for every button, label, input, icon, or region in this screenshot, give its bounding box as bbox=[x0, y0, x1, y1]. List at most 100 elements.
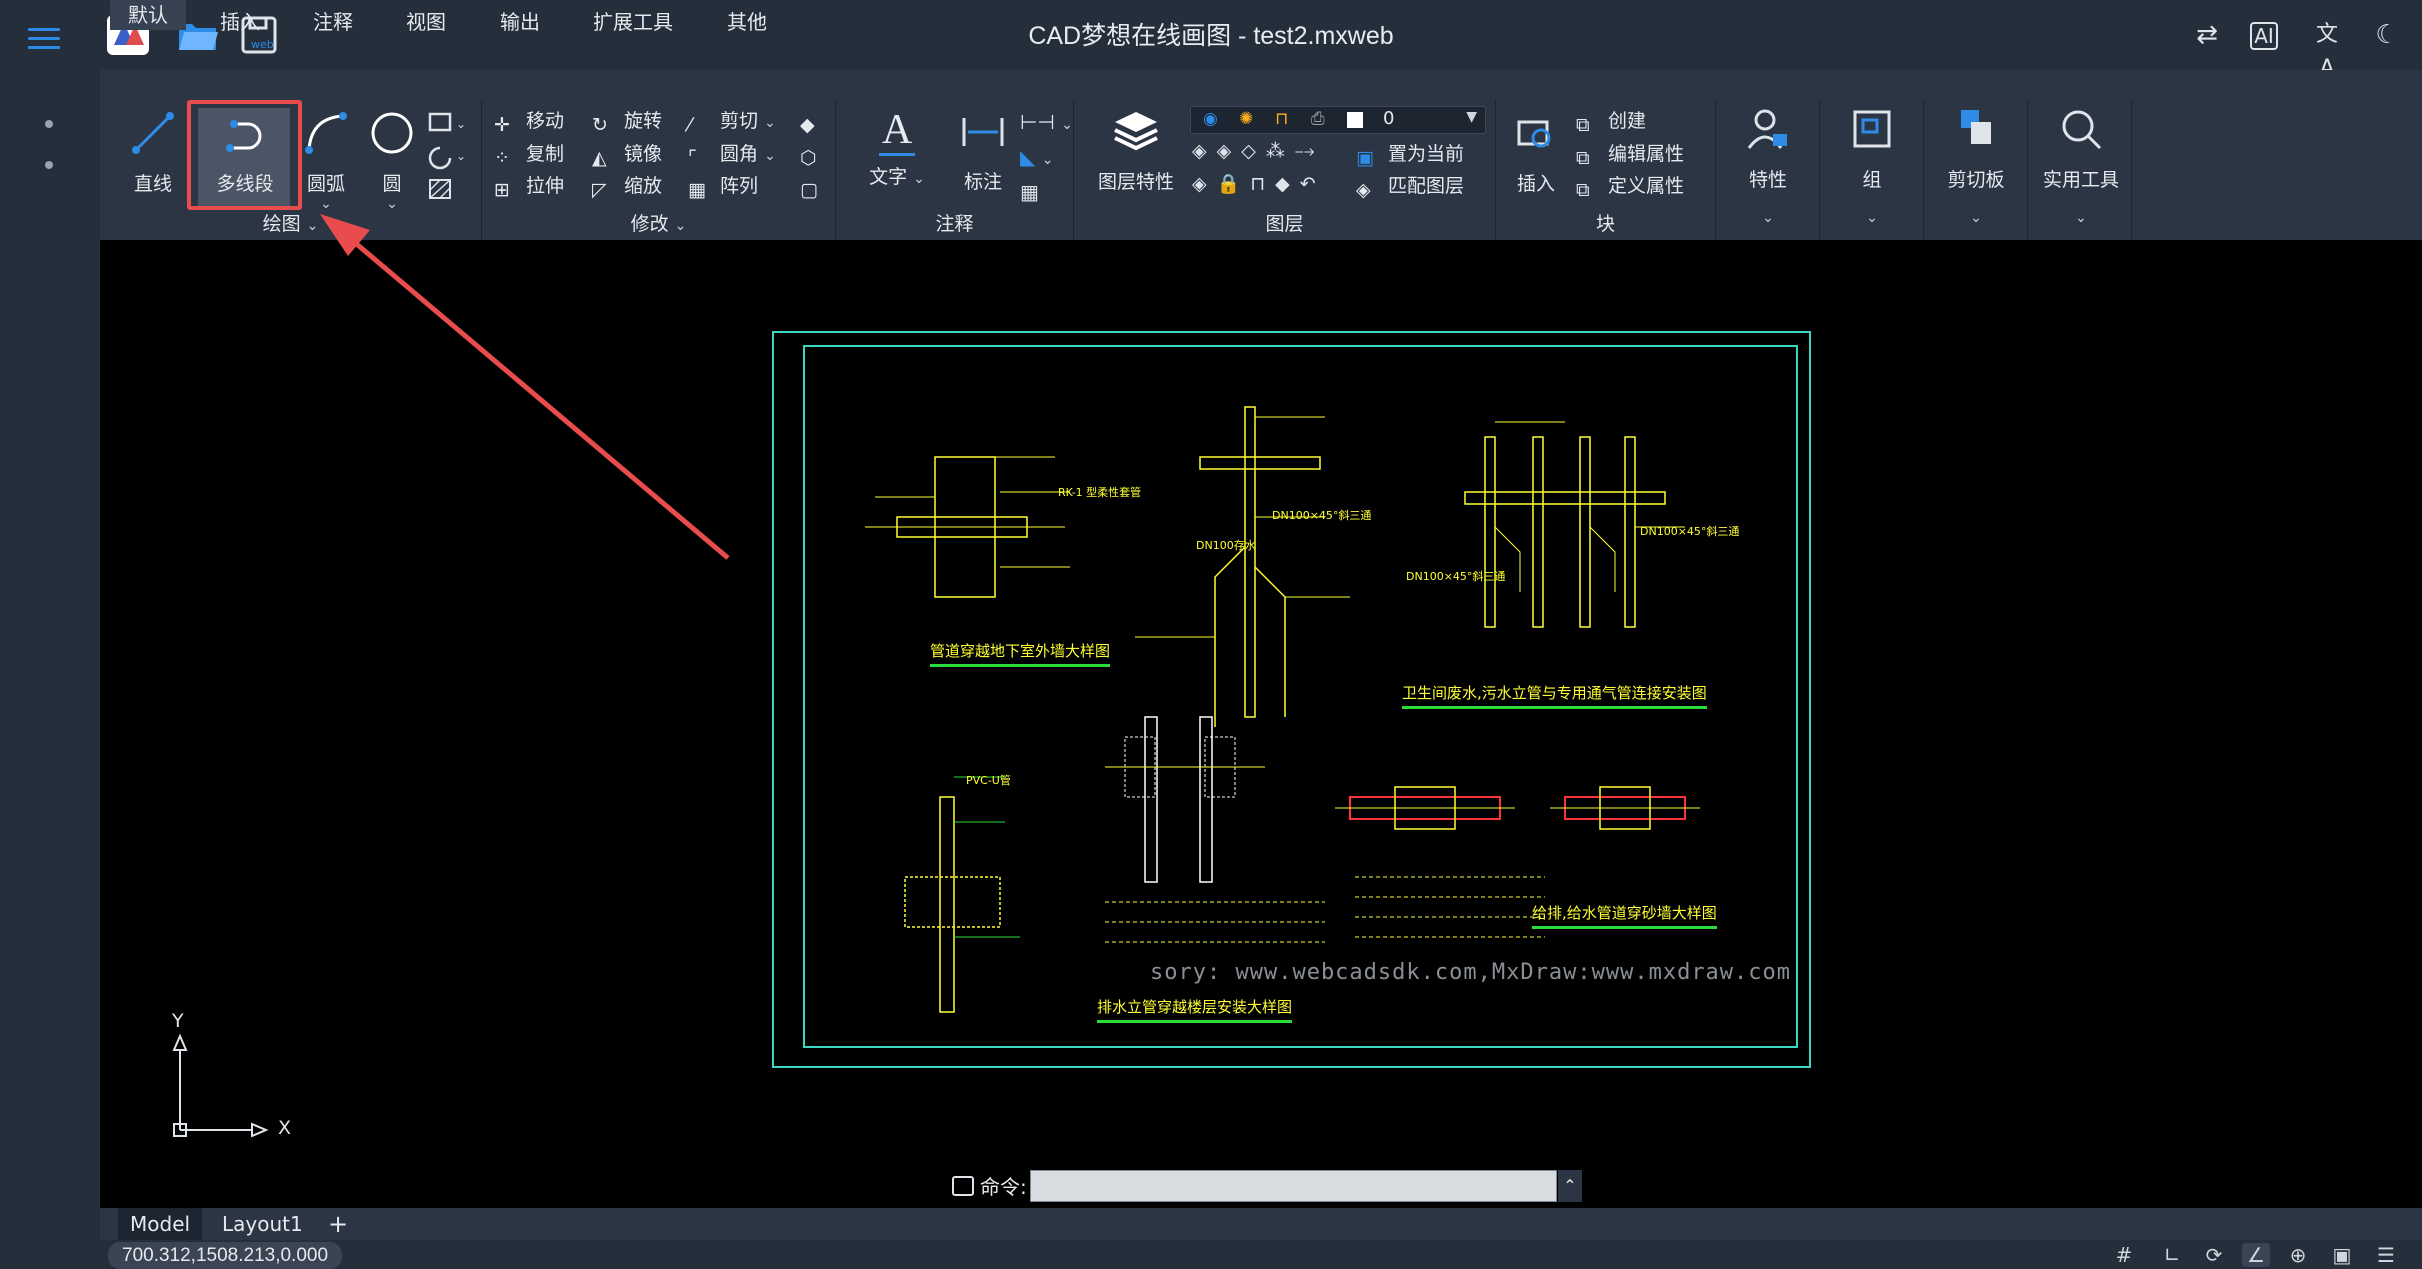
dimension-icon bbox=[962, 118, 1004, 146]
object-snap-icon[interactable]: ⊕ bbox=[2284, 1243, 2312, 1267]
swap-icon[interactable]: ⇄ bbox=[2190, 18, 2224, 52]
group-button[interactable]: 组 ⌄ bbox=[1830, 104, 1914, 226]
tab-other[interactable]: 其他 bbox=[727, 6, 767, 35]
dimension-label: 标注 bbox=[963, 171, 1002, 193]
detail-title-2: 卫生间废水,污水立管与专用通气管连接安装图 bbox=[1402, 682, 1707, 709]
match-layer-button[interactable]: ◈ 匹配图层 bbox=[1356, 171, 1464, 201]
ai-icon[interactable]: AI bbox=[2250, 22, 2278, 50]
svg-text:⌄: ⌄ bbox=[456, 117, 466, 131]
osnap-icon[interactable]: ∠ bbox=[2242, 1243, 2270, 1267]
arc-button[interactable]: 圆弧 ⌄ bbox=[300, 108, 352, 212]
offset-button[interactable]: ▢ bbox=[800, 171, 832, 201]
status-bar bbox=[0, 1240, 2422, 1269]
settings-icon[interactable]: ☰ bbox=[2372, 1243, 2400, 1267]
match-layer-icon: ◈ bbox=[1356, 178, 1371, 201]
tab-default[interactable]: 默认 bbox=[110, 0, 186, 30]
array-icon: ▦ bbox=[688, 178, 706, 201]
copy-icon: ⁘ bbox=[494, 146, 510, 169]
edit-attribute-button[interactable]: ⧉ 编辑属性 bbox=[1576, 139, 1684, 169]
edit-attribute-icon: ⧉ bbox=[1576, 146, 1590, 169]
scale-button[interactable]: ◸ 缩放 bbox=[592, 171, 662, 201]
clipboard-button[interactable]: 剪切板 ⌄ bbox=[1930, 104, 2022, 226]
properties-chevron-icon[interactable]: ⌄ bbox=[1726, 210, 1810, 226]
copy-button[interactable]: ⁘ 复制 bbox=[494, 139, 564, 169]
drawing-label: DN100×45°斜三通 bbox=[1272, 509, 1372, 522]
text-button[interactable]: A 文字 ⌄ bbox=[862, 106, 932, 189]
text-label: 文字 bbox=[869, 166, 908, 188]
detail-title-1: 管道穿越地下室外墙大样图 bbox=[930, 640, 1111, 667]
explode-button[interactable]: ⬡ bbox=[800, 139, 832, 169]
insert-block-label: 插入 bbox=[1516, 173, 1555, 195]
polar-icon[interactable]: ⟳ bbox=[2200, 1243, 2228, 1267]
properties-button[interactable]: 特性 ⌄ bbox=[1726, 104, 1810, 226]
tab-model[interactable]: Model bbox=[118, 1208, 203, 1240]
color-swatch bbox=[1347, 112, 1363, 128]
table-icon[interactable]: ▦ bbox=[1020, 176, 1073, 208]
command-expand-icon[interactable]: ⌃ bbox=[1558, 1170, 1582, 1202]
print-icon: ⎙ bbox=[1311, 109, 1325, 129]
polyline-icon bbox=[226, 120, 262, 152]
tab-annotation[interactable]: 注释 bbox=[313, 6, 353, 35]
tab-layout1[interactable]: Layout1 bbox=[210, 1208, 315, 1240]
layer-tool-row-1[interactable]: ◈◈◇⁂⤍ bbox=[1192, 140, 1325, 162]
layer-properties-button[interactable]: 图层特性 bbox=[1090, 106, 1182, 194]
set-current-button[interactable]: ▣ 置为当前 bbox=[1356, 139, 1464, 169]
properties-icon bbox=[1747, 109, 1787, 149]
x-axis-label: X bbox=[278, 1117, 292, 1139]
moon-icon[interactable]: ☾ bbox=[2370, 18, 2404, 52]
linear-dim-icon[interactable]: ⊢⊣ ⌄ bbox=[1020, 106, 1073, 141]
insert-block-button[interactable]: 插入 bbox=[1508, 108, 1564, 196]
ortho-icon[interactable]: ∟ bbox=[2158, 1243, 2186, 1267]
array-button[interactable]: ▦ 阵列 bbox=[688, 171, 758, 201]
cube-icon: ⬡ bbox=[800, 146, 817, 169]
tab-extensions[interactable]: 扩展工具 bbox=[593, 6, 673, 35]
stretch-button[interactable]: ⊞ 拉伸 bbox=[494, 171, 564, 201]
utilities-button[interactable]: 实用工具 ⌄ bbox=[2034, 104, 2128, 226]
line-label: 直线 bbox=[133, 173, 172, 195]
draw-small-tools[interactable]: ⌄ ⌄ bbox=[426, 110, 472, 210]
add-layout-button[interactable]: + bbox=[316, 1208, 360, 1240]
sidebar-dot[interactable] bbox=[45, 161, 53, 169]
y-axis-label: Y bbox=[172, 1010, 184, 1032]
workspace-icon[interactable]: ▣ bbox=[2328, 1243, 2356, 1267]
tab-insert[interactable]: 插入 bbox=[220, 6, 260, 35]
trim-button[interactable]: ⁄ 剪切 ⌄ bbox=[688, 106, 776, 136]
tab-view[interactable]: 视图 bbox=[406, 6, 446, 35]
grid-icon[interactable]: # bbox=[2110, 1243, 2138, 1267]
clipboard-chevron-icon[interactable]: ⌄ bbox=[1930, 210, 2022, 226]
window-title: CAD梦想在线画图 - test2.mxweb bbox=[1028, 22, 1394, 50]
set-current-icon: ▣ bbox=[1356, 146, 1374, 169]
fillet-button[interactable]: ⌜ 圆角 ⌄ bbox=[688, 139, 776, 169]
layer-dropdown[interactable]: ◉ ✺ ⊓ ⎙ 0 ▼ bbox=[1190, 106, 1486, 134]
group-chevron-icon[interactable]: ⌄ bbox=[1830, 210, 1914, 226]
dimension-button[interactable]: 标注 bbox=[952, 106, 1014, 194]
define-attribute-button[interactable]: ⧉ 定义属性 bbox=[1576, 171, 1684, 201]
utilities-chevron-icon[interactable]: ⌄ bbox=[2034, 210, 2128, 226]
coordinates-readout: 700.312,1508.213,0.000 bbox=[108, 1242, 343, 1269]
erase-button[interactable]: ◆ bbox=[800, 106, 832, 136]
fillet-icon: ⌜ bbox=[688, 146, 697, 169]
create-block-button[interactable]: ⧉ 创建 bbox=[1576, 106, 1646, 136]
polyline-button[interactable]: 多线段 bbox=[206, 108, 284, 196]
stretch-icon: ⊞ bbox=[494, 178, 510, 201]
command-input[interactable] bbox=[1030, 1170, 1557, 1202]
line-button[interactable]: 直线 bbox=[122, 108, 184, 196]
watermark-text: sory: www.webcadsdk.com,MxDraw:www.mxdra… bbox=[1150, 960, 1792, 985]
move-button[interactable]: ✛ 移动 bbox=[494, 106, 564, 136]
rotate-button[interactable]: ↻ 旋转 bbox=[592, 106, 662, 136]
leader-icon[interactable]: ◣ ⌄ bbox=[1020, 141, 1073, 176]
mirror-button[interactable]: ◭ 镜像 bbox=[592, 139, 662, 169]
eye-icon: ◉ bbox=[1203, 109, 1218, 129]
layer-tool-row-2[interactable]: ◈🔒⊓◆↶ bbox=[1192, 172, 1326, 195]
magnifier-icon bbox=[2062, 110, 2102, 150]
translate-icon[interactable]: 文A bbox=[2310, 18, 2344, 81]
circle-button[interactable]: 圆 ⌄ bbox=[366, 108, 418, 212]
sidebar-dot[interactable] bbox=[45, 120, 53, 128]
arc-label: 圆弧 bbox=[306, 173, 345, 195]
tab-output[interactable]: 输出 bbox=[500, 6, 540, 35]
annotation-small-tools[interactable]: ⊢⊣ ⌄ ◣ ⌄ ▦ bbox=[1020, 106, 1073, 208]
mirror-icon: ◭ bbox=[592, 146, 607, 169]
trim-icon: ⁄ bbox=[688, 113, 692, 136]
layer-group-label: 图层 bbox=[1265, 213, 1304, 235]
block-group-label: 块 bbox=[1595, 213, 1615, 235]
